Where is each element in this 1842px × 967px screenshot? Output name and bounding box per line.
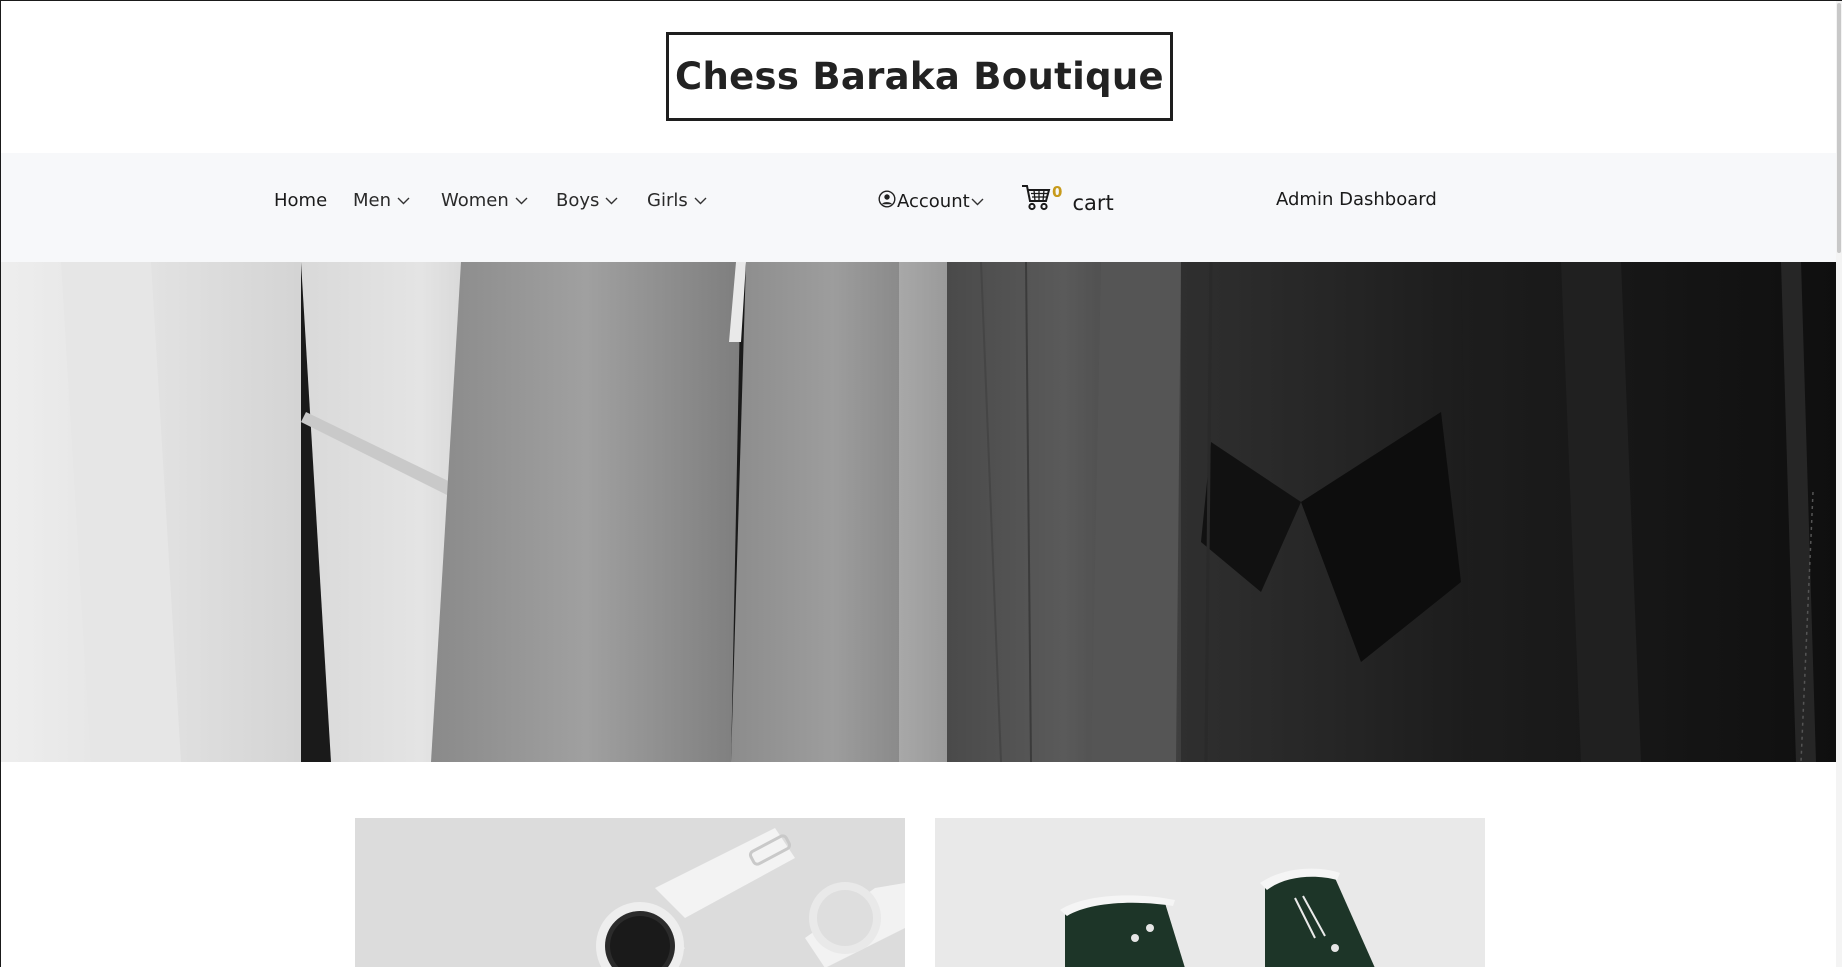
nav-women-label: Women [441,190,509,211]
nav-women-dropdown[interactable]: Women [441,190,528,211]
nav-home-label: Home [274,190,328,211]
chevron-down-icon [971,195,984,208]
nav-boys-label: Boys [556,190,600,211]
chevron-down-icon [397,194,410,207]
cart-label: cart [1072,191,1114,215]
main-navbar: Home Men Women Boys Girls Account 0 cart… [1,153,1837,262]
account-label: Account [897,191,970,212]
cart-link[interactable]: 0 cart [1021,183,1114,216]
product-card-sneakers[interactable] [935,818,1485,967]
nav-men-dropdown[interactable]: Men [353,190,410,211]
page-scrollbar[interactable] [1836,1,1842,967]
brand-title: Chess Baraka Boutique [675,55,1164,98]
chevron-down-icon [605,194,618,207]
product-image-green-sneakers [935,818,1485,967]
nav-men-label: Men [353,190,392,211]
product-image-smartwatches [355,818,905,967]
admin-dashboard-label: Admin Dashboard [1276,189,1437,210]
brand-logo[interactable]: Chess Baraka Boutique [666,32,1173,121]
product-card-watches[interactable] [355,818,905,967]
page: Chess Baraka Boutique Home Men Women Boy… [0,0,1842,967]
nav-home-link[interactable]: Home [274,190,327,211]
user-circle-icon [878,190,896,213]
nav-girls-dropdown[interactable]: Girls [647,190,707,211]
shopping-cart-icon [1021,183,1051,216]
cart-count-badge: 0 [1052,183,1063,201]
nav-girls-label: Girls [647,190,688,211]
chevron-down-icon [694,194,707,207]
account-dropdown[interactable]: Account [878,190,984,213]
admin-dashboard-link[interactable]: Admin Dashboard [1276,189,1437,210]
nav-boys-dropdown[interactable]: Boys [556,190,618,211]
chevron-down-icon [515,194,528,207]
scrollbar-thumb[interactable] [1837,3,1841,253]
hero-banner-image [1,262,1837,762]
